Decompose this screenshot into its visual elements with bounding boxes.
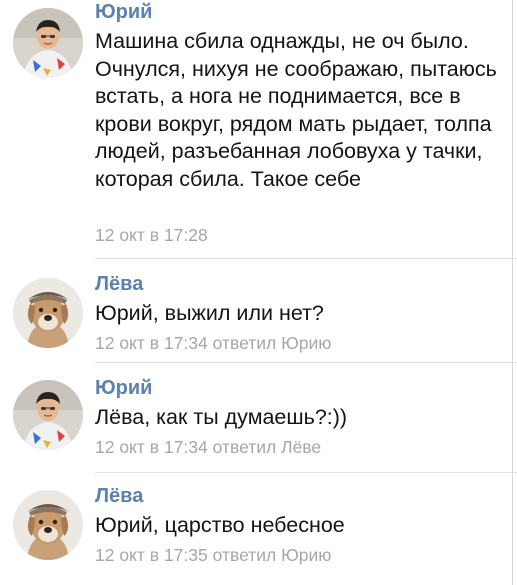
comment-text: Юрий, царство небесное	[95, 513, 345, 537]
comment-text: Лёва, как ты думаешь?:))	[95, 405, 348, 429]
avatar-leva[interactable]	[13, 490, 83, 560]
comment-thread: Юрий Машина сбила однажды, не оч было. О…	[0, 0, 517, 585]
comment-text: Юрий, выжил или нет?	[95, 301, 324, 325]
comment-timestamp[interactable]: 12 окт в 17:34 ответил Юрию	[95, 332, 331, 354]
dog-photo-icon	[13, 490, 83, 560]
comment-divider	[95, 472, 517, 473]
comment-timestamp[interactable]: 12 окт в 17:34 ответил Лёве	[95, 436, 321, 458]
comment-author[interactable]: Лёва	[95, 272, 143, 296]
comment-divider	[95, 362, 517, 363]
person-photo-icon	[13, 380, 83, 450]
person-photo-icon	[13, 8, 83, 78]
comment-text: Машина сбила однажды, не оч было. Очнулс…	[95, 29, 497, 191]
comment-author[interactable]: Юрий	[95, 376, 152, 400]
comment-divider	[95, 258, 517, 259]
avatar-yuri[interactable]	[13, 380, 83, 450]
comment-author[interactable]: Лёва	[95, 484, 143, 508]
avatar-leva[interactable]	[13, 278, 83, 348]
avatar-yuri[interactable]	[13, 8, 83, 78]
dog-photo-icon	[13, 278, 83, 348]
comment-author[interactable]: Юрий	[95, 0, 152, 24]
scroll-edge	[512, 0, 513, 585]
comment-timestamp[interactable]: 12 окт в 17:35 ответил Юрию	[95, 544, 331, 566]
comment-timestamp[interactable]: 12 окт в 17:28	[95, 224, 208, 246]
